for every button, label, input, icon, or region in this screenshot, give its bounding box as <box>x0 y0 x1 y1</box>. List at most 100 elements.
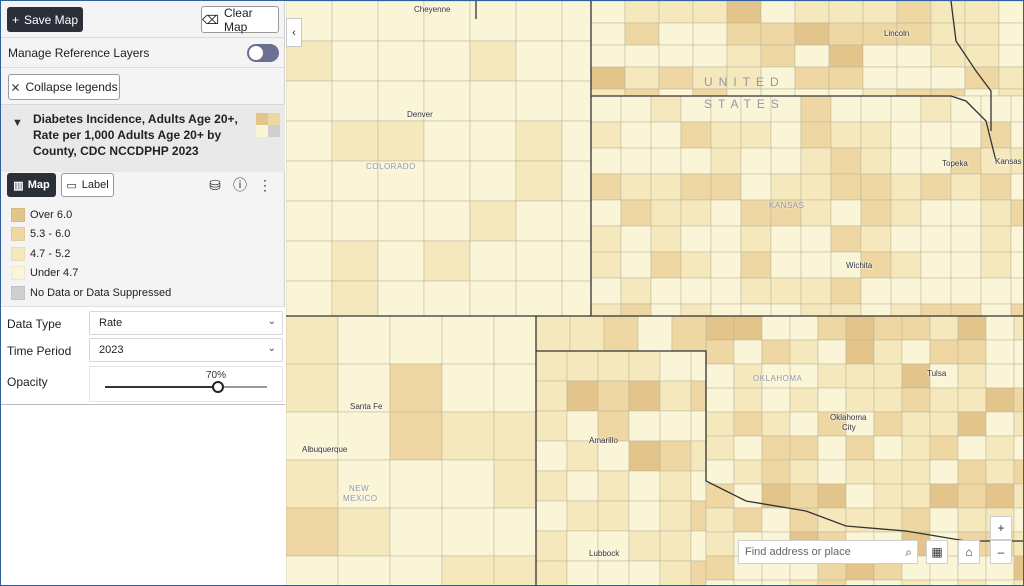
county-area[interactable] <box>389 411 443 461</box>
county-area[interactable] <box>1013 459 1024 485</box>
county-area[interactable] <box>726 44 762 68</box>
county-area[interactable] <box>566 560 599 586</box>
county-area[interactable] <box>493 507 537 557</box>
county-area[interactable] <box>770 147 802 175</box>
county-area[interactable] <box>761 459 791 485</box>
county-area[interactable] <box>710 199 742 227</box>
county-area[interactable] <box>286 80 333 122</box>
county-area[interactable] <box>705 411 735 437</box>
county-area[interactable] <box>726 22 762 46</box>
county-area[interactable] <box>860 225 892 253</box>
county-area[interactable] <box>817 363 847 389</box>
county-area[interactable] <box>985 387 1015 413</box>
county-area[interactable] <box>873 339 903 365</box>
county-area[interactable] <box>705 555 735 581</box>
county-area[interactable] <box>828 22 864 46</box>
county-area[interactable] <box>929 339 959 365</box>
county-area[interactable] <box>628 440 661 472</box>
county-area[interactable] <box>929 459 959 485</box>
county-area[interactable] <box>929 435 959 461</box>
county-area[interactable] <box>817 387 847 413</box>
county-area[interactable] <box>964 1 1000 24</box>
search-icon[interactable]: ⌕ <box>905 545 912 560</box>
county-area[interactable] <box>845 363 875 389</box>
county-area[interactable] <box>830 199 862 227</box>
county-area[interactable] <box>760 88 796 97</box>
county-area[interactable] <box>441 555 495 586</box>
county-area[interactable] <box>659 560 692 586</box>
county-area[interactable] <box>800 95 832 123</box>
county-area[interactable] <box>561 120 592 162</box>
county-area[interactable] <box>845 435 875 461</box>
county-area[interactable] <box>561 240 592 282</box>
county-area[interactable] <box>830 303 862 317</box>
county-area[interactable] <box>331 120 379 162</box>
county-area[interactable] <box>389 363 443 413</box>
county-area[interactable] <box>726 88 762 97</box>
county-area[interactable] <box>389 555 443 586</box>
county-area[interactable] <box>590 1 626 24</box>
county-area[interactable] <box>620 173 652 201</box>
county-area[interactable] <box>920 251 952 279</box>
county-area[interactable] <box>1013 507 1024 533</box>
county-area[interactable] <box>535 380 568 412</box>
county-area[interactable] <box>469 80 517 122</box>
county-area[interactable] <box>590 225 622 253</box>
county-area[interactable] <box>650 95 682 123</box>
county-area[interactable] <box>920 225 952 253</box>
county-area[interactable] <box>710 173 742 201</box>
county-area[interactable] <box>860 147 892 175</box>
county-area[interactable] <box>624 66 660 90</box>
county-area[interactable] <box>817 483 847 509</box>
county-area[interactable] <box>671 315 707 352</box>
county-area[interactable] <box>817 507 847 533</box>
county-area[interactable] <box>535 500 568 532</box>
county-area[interactable] <box>1013 387 1024 413</box>
county-area[interactable] <box>1013 579 1024 586</box>
county-area[interactable] <box>535 315 571 352</box>
county-area[interactable] <box>286 315 339 365</box>
county-area[interactable] <box>873 435 903 461</box>
county-area[interactable] <box>890 251 922 279</box>
county-area[interactable] <box>620 199 652 227</box>
county-area[interactable] <box>1013 435 1024 461</box>
county-area[interactable] <box>901 507 931 533</box>
county-area[interactable] <box>705 579 735 586</box>
county-area[interactable] <box>423 280 471 317</box>
county-area[interactable] <box>901 459 931 485</box>
county-area[interactable] <box>761 507 791 533</box>
county-area[interactable] <box>761 435 791 461</box>
county-area[interactable] <box>624 44 660 68</box>
county-area[interactable] <box>830 147 862 175</box>
county-area[interactable] <box>817 579 847 586</box>
county-area[interactable] <box>901 387 931 413</box>
county-area[interactable] <box>1013 555 1024 581</box>
county-area[interactable] <box>469 280 517 317</box>
county-area[interactable] <box>733 459 763 485</box>
county-area[interactable] <box>658 1 694 24</box>
county-area[interactable] <box>920 303 952 317</box>
county-area[interactable] <box>705 507 735 533</box>
county-area[interactable] <box>980 121 1012 149</box>
county-area[interactable] <box>692 22 728 46</box>
zoom-out-button[interactable]: – <box>990 540 1012 564</box>
county-area[interactable] <box>1010 121 1024 149</box>
county-area[interactable] <box>830 121 862 149</box>
chevron-down-icon[interactable]: ▼ <box>12 117 23 129</box>
county-area[interactable] <box>620 121 652 149</box>
county-area[interactable] <box>690 410 707 442</box>
county-area[interactable] <box>710 303 742 317</box>
county-area[interactable] <box>964 22 1000 46</box>
county-area[interactable] <box>650 121 682 149</box>
county-area[interactable] <box>377 240 425 282</box>
county-area[interactable] <box>535 410 568 442</box>
county-area[interactable] <box>890 277 922 305</box>
opacity-slider-track[interactable] <box>105 381 267 393</box>
county-area[interactable] <box>705 339 735 365</box>
county-area[interactable] <box>860 303 892 317</box>
county-area[interactable] <box>561 40 592 82</box>
county-area[interactable] <box>423 120 471 162</box>
county-area[interactable] <box>890 173 922 201</box>
reference-layers-toggle[interactable] <box>247 44 279 62</box>
county-area[interactable] <box>658 22 694 46</box>
